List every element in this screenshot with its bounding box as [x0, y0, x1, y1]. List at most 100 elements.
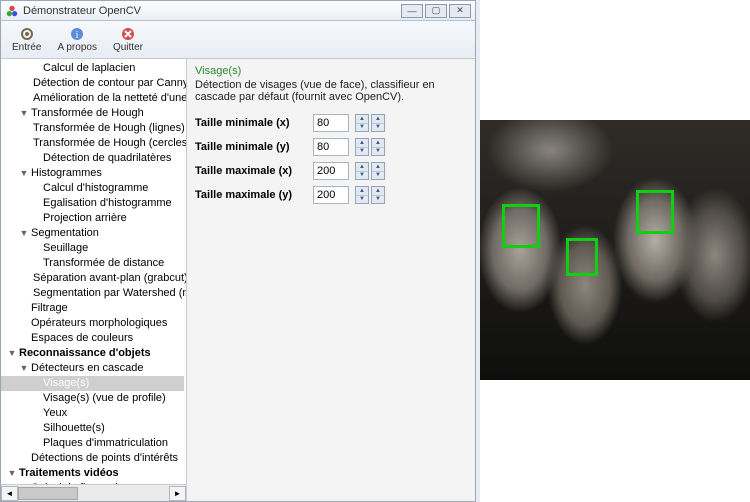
- tree-item[interactable]: Détections de points d'intérêts: [1, 451, 184, 466]
- tree-item[interactable]: ▼Transformée de Hough: [1, 106, 184, 121]
- svg-text:i: i: [76, 30, 79, 41]
- tree-item[interactable]: Seuillage: [1, 241, 184, 256]
- param-input[interactable]: [313, 186, 349, 204]
- tree-item-label: Filtrage: [29, 301, 70, 316]
- tree-item[interactable]: Calcul de laplacien: [1, 61, 184, 76]
- tree-item-label: Projection arrière: [41, 211, 129, 226]
- tree-item-label: Segmentation par Watershed (n: [31, 286, 186, 301]
- tree-item[interactable]: Transformée de Hough (lignes): [1, 121, 184, 136]
- tree-item-label: Espaces de couleurs: [29, 331, 135, 346]
- param-label: Taille minimale (y): [195, 141, 307, 153]
- tree-item[interactable]: ▼Histogrammes: [1, 166, 184, 181]
- panel-title: Visage(s): [187, 59, 475, 77]
- spin-up[interactable]: ▲▼: [371, 138, 385, 156]
- spin-down[interactable]: ▲▼: [355, 162, 369, 180]
- panel-description: Détection de visages (vue de face), clas…: [187, 77, 475, 111]
- tree-item[interactable]: Visage(s): [1, 376, 184, 391]
- tree-item-label: Transformée de Hough (lignes): [31, 121, 186, 136]
- disclosure-triangle-icon[interactable]: ▼: [19, 361, 29, 376]
- tree-item[interactable]: Opérateurs morphologiques: [1, 316, 184, 331]
- tree-item[interactable]: Amélioration de la netteté d'une: [1, 91, 184, 106]
- tree-item-label: Amélioration de la netteté d'une: [31, 91, 186, 106]
- tree-item[interactable]: Silhouette(s): [1, 421, 184, 436]
- toolbar-a-propos[interactable]: iA propos: [50, 23, 103, 56]
- spin-down[interactable]: ▲▼: [355, 138, 369, 156]
- param-input[interactable]: [313, 162, 349, 180]
- gear-icon: [19, 26, 35, 42]
- toolbar-quitter[interactable]: Quitter: [106, 23, 150, 56]
- param-label: Taille maximale (y): [195, 189, 307, 201]
- close-button[interactable]: ✕: [449, 4, 471, 18]
- tree-item[interactable]: Segmentation par Watershed (n: [1, 286, 184, 301]
- disclosure-triangle-icon[interactable]: ▼: [7, 466, 17, 481]
- spin-up[interactable]: ▲▼: [371, 186, 385, 204]
- tree-item[interactable]: Yeux: [1, 406, 184, 421]
- toolbar-entrée[interactable]: Entrée: [5, 23, 48, 56]
- tree-item-label: Transformée de Hough: [29, 106, 146, 121]
- tree-item[interactable]: Détection de contour par Canny: [1, 76, 184, 91]
- tree-item-label: Détecteurs en cascade: [29, 361, 146, 376]
- tree-item[interactable]: ▼Reconnaissance d'objets: [1, 346, 184, 361]
- titlebar: Démonstrateur OpenCV — ▢ ✕: [1, 1, 475, 21]
- tree-item-label: Détection de contour par Canny: [31, 76, 186, 91]
- tree-item[interactable]: Plaques d'immatriculation: [1, 436, 184, 451]
- app-icon: [5, 4, 19, 18]
- toolbar-label: Entrée: [12, 42, 41, 53]
- spin-up[interactable]: ▲▼: [371, 162, 385, 180]
- scroll-right-button[interactable]: ►: [169, 486, 186, 501]
- param-row: Taille minimale (y) ▲▼▲▼: [187, 135, 475, 159]
- tree-item[interactable]: Filtrage: [1, 301, 184, 316]
- tree-item[interactable]: ▼Segmentation: [1, 226, 184, 241]
- spin-down[interactable]: ▲▼: [355, 114, 369, 132]
- param-row: Taille minimale (x)▲▼▲▼: [187, 111, 475, 135]
- tree-item[interactable]: Détection de quadrilatères: [1, 151, 184, 166]
- tree-item[interactable]: Projection arrière: [1, 211, 184, 226]
- maximize-button[interactable]: ▢: [425, 4, 447, 18]
- tree-item[interactable]: Transformée de Hough (cercles): [1, 136, 184, 151]
- disclosure-triangle-icon[interactable]: ▼: [19, 106, 29, 121]
- tree-item[interactable]: Egalisation d'histogramme: [1, 196, 184, 211]
- spin-down[interactable]: ▲▼: [355, 186, 369, 204]
- horizontal-scrollbar[interactable]: ◄ ►: [1, 484, 186, 501]
- app-window: Démonstrateur OpenCV — ▢ ✕ Entrée iA prop…: [0, 0, 476, 502]
- tree-item-label: Silhouette(s): [41, 421, 107, 436]
- tree-item-label: Histogrammes: [29, 166, 104, 181]
- toolbar-label: Quitter: [113, 42, 143, 53]
- tree-item-label: Visage(s): [41, 376, 91, 391]
- scroll-track[interactable]: [18, 486, 169, 501]
- tree-item-label: Opérateurs morphologiques: [29, 316, 169, 331]
- face-detection-box: [636, 190, 674, 234]
- result-image: [480, 120, 750, 380]
- param-row: Taille maximale (y) ▲▼▲▼: [187, 183, 475, 207]
- tree-item[interactable]: Séparation avant-plan (grabcut): [1, 271, 184, 286]
- tree-item-label: Transformée de Hough (cercles): [31, 136, 186, 151]
- scroll-left-button[interactable]: ◄: [1, 486, 18, 501]
- tree-item[interactable]: ▼Détecteurs en cascade: [1, 361, 184, 376]
- about-icon: i: [69, 26, 85, 42]
- spin-up[interactable]: ▲▼: [371, 114, 385, 132]
- window-title: Démonstrateur OpenCV: [23, 5, 399, 17]
- tree-item[interactable]: Transformée de distance: [1, 256, 184, 271]
- tree-item[interactable]: Visage(s) (vue de profile): [1, 391, 184, 406]
- output-area: [480, 0, 750, 502]
- disclosure-triangle-icon[interactable]: ▼: [19, 166, 29, 181]
- tree-pane: Calcul de laplacienDétection de contour …: [1, 59, 187, 501]
- tree-item-label: Seuillage: [41, 241, 90, 256]
- param-input[interactable]: [313, 138, 349, 156]
- tree-item[interactable]: Espaces de couleurs: [1, 331, 184, 346]
- properties-pane: Visage(s) Détection de visages (vue de f…: [187, 59, 475, 501]
- disclosure-triangle-icon[interactable]: ▼: [19, 226, 29, 241]
- tree-item-label: Traitements vidéos: [17, 466, 121, 481]
- tree-item-label: Segmentation: [29, 226, 101, 241]
- tree-item-label: Reconnaissance d'objets: [17, 346, 153, 361]
- treeview[interactable]: Calcul de laplacienDétection de contour …: [1, 59, 186, 484]
- tree-item-label: Egalisation d'histogramme: [41, 196, 174, 211]
- disclosure-triangle-icon[interactable]: ▼: [7, 346, 17, 361]
- face-detection-box: [566, 238, 598, 276]
- param-input[interactable]: [313, 114, 349, 132]
- minimize-button[interactable]: —: [401, 4, 423, 18]
- param-row: Taille maximale (x)▲▼▲▼: [187, 159, 475, 183]
- scroll-thumb[interactable]: [18, 487, 78, 500]
- tree-item[interactable]: ▼Traitements vidéos: [1, 466, 184, 481]
- tree-item[interactable]: Calcul d'histogramme: [1, 181, 184, 196]
